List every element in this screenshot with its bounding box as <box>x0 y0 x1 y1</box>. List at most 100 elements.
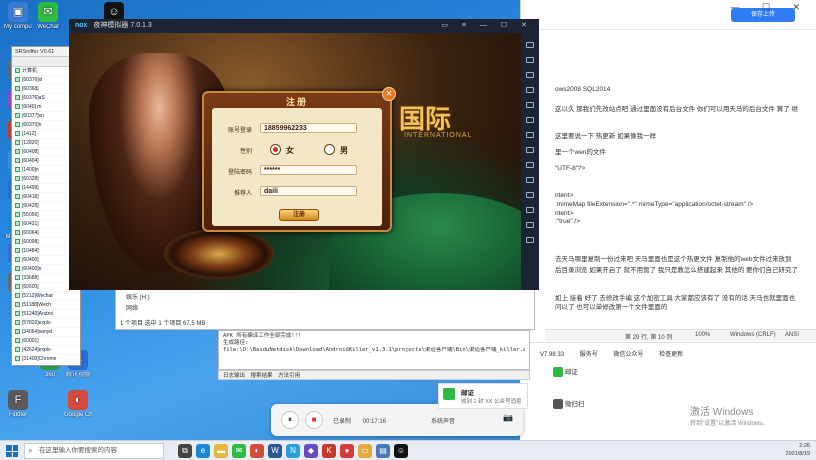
folder-icon[interactable]: ▭ <box>358 444 372 458</box>
checkbox[interactable] <box>15 194 20 200</box>
more-icon[interactable] <box>526 192 534 198</box>
gender-female-radio[interactable] <box>270 144 281 155</box>
edge-icon[interactable]: e <box>196 444 210 458</box>
checkbox[interactable] <box>15 347 20 353</box>
checkbox[interactable] <box>15 86 20 92</box>
checkbox[interactable] <box>15 230 20 236</box>
checkbox[interactable] <box>15 158 20 164</box>
qq-icon[interactable]: ☺ <box>394 444 408 458</box>
checkbox[interactable] <box>15 212 20 218</box>
register-button[interactable]: 注册 <box>279 209 319 221</box>
start-icon[interactable] <box>6 445 18 457</box>
checkbox[interactable] <box>15 275 20 281</box>
tab-official[interactable]: 微信公众号 <box>613 352 643 358</box>
emulator-titlebar[interactable]: nox 夜神模拟器 7.0.1.3 ▭ ≡ — ☐ ✕ <box>69 19 539 33</box>
back-icon[interactable] <box>526 207 534 213</box>
tab-method-refs[interactable]: 方法引用 <box>278 373 300 379</box>
close-icon[interactable]: ✕ <box>382 87 396 101</box>
explorer-nav[interactable]: 娱乐 (H:) 网络 <box>126 293 150 315</box>
desktop-icon[interactable]: F Fiddler <box>4 390 32 419</box>
desktop-icon[interactable]: ▣ My computer <box>4 2 32 31</box>
nox-icon[interactable]: N <box>286 444 300 458</box>
emulator-window-controls[interactable]: ▭ ≡ — ☐ ✕ <box>441 19 533 33</box>
shake-icon[interactable] <box>526 117 534 123</box>
audio-source[interactable]: 系统声音 <box>431 416 455 425</box>
checkbox[interactable] <box>15 338 20 344</box>
password-input[interactable]: ****** <box>260 165 357 175</box>
location-icon[interactable] <box>526 132 534 138</box>
wechat-icon[interactable]: ✉ <box>232 444 246 458</box>
word-icon[interactable]: W <box>268 444 282 458</box>
checkbox[interactable] <box>15 104 20 110</box>
desktop-icon[interactable]: ◐ Google Chrome <box>64 390 92 419</box>
nav-network[interactable]: 网络 <box>126 304 150 315</box>
mail-notification[interactable]: 邮证 收到 1 封 XX 公众号消息 <box>438 383 528 409</box>
apk-icon[interactable] <box>526 147 534 153</box>
keyboard-icon[interactable] <box>526 42 534 48</box>
nav-drive-h[interactable]: 娱乐 (H:) <box>126 293 150 304</box>
checkbox[interactable] <box>15 248 20 254</box>
folder-icon[interactable] <box>526 162 534 168</box>
notepad-icon[interactable]: ▤ <box>376 444 390 458</box>
home-icon[interactable] <box>526 222 534 228</box>
gender-male-label[interactable]: 男 <box>340 145 348 156</box>
process-row[interactable]: [51188]Wech <box>12 301 80 310</box>
camera-icon[interactable]: 📷 <box>503 413 513 422</box>
app-icon[interactable]: ◆ <box>304 444 318 458</box>
process-row[interactable]: [5212]Wechat <box>12 292 80 301</box>
checkbox[interactable] <box>15 77 20 83</box>
checkbox[interactable] <box>15 149 20 155</box>
killer-icon[interactable]: K <box>322 444 336 458</box>
chat-item-mail[interactable]: 邮证 <box>553 366 578 378</box>
process-row[interactable]: [57820]explo <box>12 319 80 328</box>
process-row[interactable]: [42624]explo <box>12 346 80 355</box>
explorer-window[interactable]: 娱乐 (H:) 网络 1 个项目 选中 1 个项目 67.5 MB <box>115 284 535 330</box>
gender-male-radio[interactable] <box>324 144 335 155</box>
emulator-sidebar[interactable] <box>521 33 539 290</box>
tab-log-output[interactable]: 日志输出 <box>223 373 245 379</box>
gender-female-label[interactable]: 女 <box>286 145 294 156</box>
referrer-input[interactable]: daili <box>260 186 357 196</box>
stop-button[interactable]: ■ <box>305 411 323 429</box>
checkbox[interactable] <box>15 140 20 146</box>
account-input[interactable]: 18859962233 <box>260 123 357 133</box>
checkbox[interactable] <box>15 122 20 128</box>
checkbox[interactable] <box>15 113 20 119</box>
checkbox[interactable] <box>15 176 20 182</box>
process-row[interactable]: [31400]Chrome <box>12 355 80 364</box>
pause-button[interactable]: ⏸ <box>281 411 299 429</box>
checkbox[interactable] <box>15 356 20 362</box>
checkbox[interactable] <box>15 311 20 317</box>
explorer-icon[interactable]: ▬ <box>214 444 228 458</box>
chrome-icon[interactable]: ◐ <box>250 444 264 458</box>
checkbox[interactable] <box>15 266 20 272</box>
window-controls[interactable]: — ☐ ✕ <box>730 2 810 13</box>
volume-down-icon[interactable] <box>526 87 534 93</box>
record-icon[interactable] <box>526 102 534 108</box>
desktop-icon[interactable]: ✉ WeChat <box>34 2 62 31</box>
checkbox[interactable] <box>15 167 20 173</box>
chat-item-scan[interactable]: 微扫扫 <box>553 398 584 410</box>
checkbox[interactable] <box>15 302 20 308</box>
checkbox[interactable] <box>15 320 20 326</box>
checkbox[interactable] <box>15 221 20 227</box>
screenshot-icon[interactable] <box>526 57 534 63</box>
multi-icon[interactable] <box>526 177 534 183</box>
checkbox[interactable] <box>15 203 20 209</box>
checkbox[interactable] <box>15 329 20 335</box>
tab-service[interactable]: 服务号 <box>580 352 598 358</box>
recorder-icon[interactable]: ● <box>340 444 354 458</box>
recent-icon[interactable] <box>526 237 534 243</box>
process-row[interactable]: [60001] <box>12 337 80 346</box>
checkbox[interactable] <box>15 293 20 299</box>
task-view-icon[interactable]: ⧉ <box>178 444 192 458</box>
checkbox[interactable] <box>15 239 20 245</box>
checkbox[interactable] <box>15 185 20 191</box>
search-input[interactable]: ⌕ 在这里输入你要搜索的内容 <box>24 443 164 459</box>
process-row[interactable]: [51240]Androi <box>12 310 80 319</box>
checkbox[interactable] <box>15 131 20 137</box>
checkbox[interactable] <box>15 284 20 290</box>
tab-search-results[interactable]: 搜索结果 <box>251 373 273 379</box>
tab-update[interactable]: 检查更新 <box>659 352 683 358</box>
volume-up-icon[interactable] <box>526 72 534 78</box>
